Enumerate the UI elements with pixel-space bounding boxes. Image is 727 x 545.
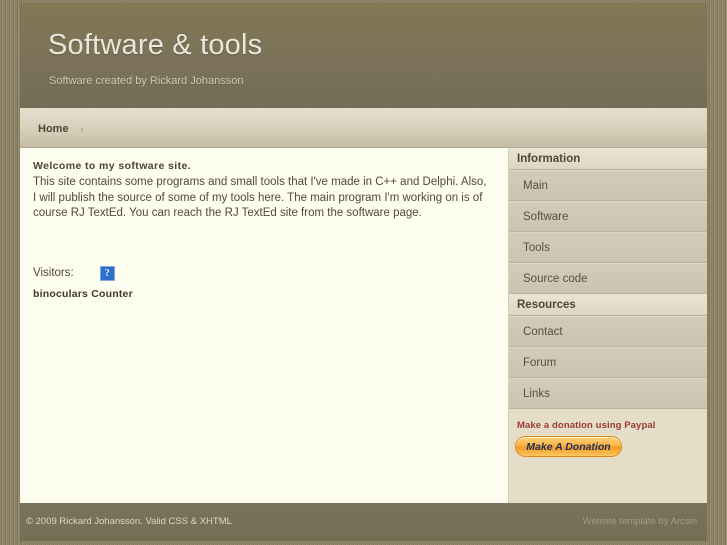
donation-block: Make a donation using Paypal Make A Dona… [509, 409, 707, 457]
visitors-block: Visitors: binoculars Counter [33, 265, 488, 300]
content-padding: Welcome to my software site. This site c… [20, 148, 508, 300]
donation-text: Make a donation using Paypal [517, 420, 656, 431]
sidebar-section-title-resources: Resources [509, 294, 707, 316]
page-frame: Software & tools Software created by Ric… [0, 0, 727, 545]
chevron-right-icon: › [80, 124, 84, 134]
footer-template-credit: Website template by Arcsin [582, 516, 697, 527]
site-header: Software & tools Software created by Ric… [20, 3, 707, 108]
visitors-label: Visitors: [33, 267, 74, 279]
welcome-heading: Welcome to my software site. [33, 160, 192, 172]
sidebar: Information Main Software Tools Source c… [509, 148, 707, 503]
visitors-row: Visitors: [33, 265, 488, 281]
sidebar-item-forum[interactable]: Forum [509, 347, 707, 378]
page-title: Software & tools [48, 29, 263, 61]
counter-caption: binoculars Counter [33, 287, 133, 300]
sidebar-section-title-information: Information [509, 148, 707, 170]
sidebar-item-main[interactable]: Main [509, 170, 707, 201]
sidebar-item-links[interactable]: Links [509, 378, 707, 409]
sidebar-item-tools[interactable]: Tools [509, 232, 707, 263]
navigation-bar: Home › [20, 108, 707, 148]
footer-copyright: © 2009 Rickard Johansson. Valid CSS & XH… [26, 516, 232, 527]
site-subtitle: Software created by Rickard Johansson [49, 75, 244, 87]
main-content: Welcome to my software site. This site c… [20, 148, 509, 503]
broken-image-icon [99, 265, 115, 281]
sidebar-item-source-code[interactable]: Source code [509, 263, 707, 294]
sidebar-item-software[interactable]: Software [509, 201, 707, 232]
intro-paragraph: This site contains some programs and sma… [33, 176, 487, 219]
breadcrumb: Home › [38, 123, 84, 135]
breadcrumb-item-home[interactable]: Home [38, 123, 69, 135]
sidebar-item-contact[interactable]: Contact [509, 316, 707, 347]
make-a-donation-button[interactable]: Make A Donation [515, 436, 622, 457]
site-footer: © 2009 Rickard Johansson. Valid CSS & XH… [20, 503, 707, 541]
page-columns: Welcome to my software site. This site c… [20, 148, 707, 503]
page-inner: Software & tools Software created by Ric… [20, 3, 707, 541]
